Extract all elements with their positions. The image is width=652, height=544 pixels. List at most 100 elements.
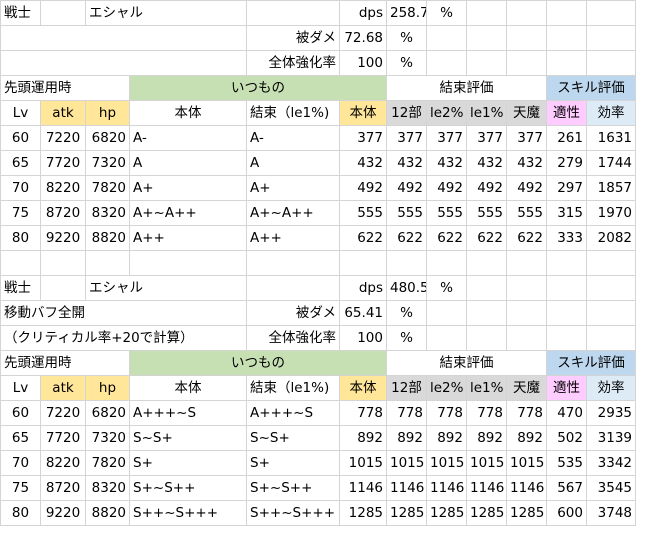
column-header[interactable]: hp bbox=[85, 100, 130, 126]
data-cell[interactable]: 3139 bbox=[586, 425, 636, 451]
data-cell[interactable]: 2082 bbox=[586, 225, 636, 251]
boost-value[interactable]: 100 bbox=[339, 325, 387, 351]
data-cell[interactable]: 492 bbox=[466, 175, 507, 201]
note2-cell[interactable] bbox=[0, 50, 247, 76]
usual-header[interactable]: いつもの bbox=[129, 75, 387, 101]
empty-cell[interactable] bbox=[40, 275, 86, 301]
data-cell[interactable]: 6820 bbox=[85, 400, 130, 426]
note1-cell[interactable]: 移動バフ全開 bbox=[0, 300, 247, 326]
empty-cell[interactable] bbox=[40, 250, 86, 276]
data-cell[interactable]: 1146 bbox=[506, 475, 547, 501]
data-cell[interactable]: 8220 bbox=[40, 450, 86, 476]
class-cell[interactable]: 戦士 bbox=[0, 275, 41, 301]
column-header[interactable]: 12部 bbox=[386, 375, 427, 401]
data-cell[interactable]: 555 bbox=[339, 200, 387, 226]
data-cell[interactable]: 432 bbox=[386, 150, 427, 176]
data-cell[interactable]: S++~S+++ bbox=[246, 500, 340, 526]
empty-cell[interactable] bbox=[546, 275, 587, 301]
data-cell[interactable]: 432 bbox=[426, 150, 467, 176]
data-cell[interactable]: 377 bbox=[386, 125, 427, 151]
empty-cell[interactable] bbox=[466, 50, 507, 76]
empty-cell[interactable] bbox=[546, 250, 587, 276]
data-cell[interactable]: 555 bbox=[426, 200, 467, 226]
data-cell[interactable]: S+~S++ bbox=[129, 475, 247, 501]
data-cell[interactable]: 535 bbox=[546, 450, 587, 476]
data-cell[interactable]: 432 bbox=[506, 150, 547, 176]
data-cell[interactable]: 622 bbox=[426, 225, 467, 251]
data-cell[interactable]: 3545 bbox=[586, 475, 636, 501]
empty-cell[interactable] bbox=[506, 50, 547, 76]
data-cell[interactable]: A++ bbox=[246, 225, 340, 251]
data-cell[interactable]: 70 bbox=[0, 450, 41, 476]
data-cell[interactable]: 3342 bbox=[586, 450, 636, 476]
data-cell[interactable]: 377 bbox=[466, 125, 507, 151]
empty-cell[interactable] bbox=[506, 0, 547, 26]
column-header[interactable]: 結束（le1%) bbox=[246, 100, 340, 126]
empty-cell[interactable] bbox=[466, 300, 507, 326]
data-cell[interactable]: 778 bbox=[426, 400, 467, 426]
empty-cell[interactable] bbox=[85, 250, 130, 276]
data-cell[interactable]: 8720 bbox=[40, 475, 86, 501]
column-header[interactable]: 適性 bbox=[546, 375, 587, 401]
empty-cell[interactable] bbox=[546, 325, 587, 351]
column-header[interactable]: 本体 bbox=[129, 375, 247, 401]
dps-unit[interactable]: % bbox=[426, 0, 467, 26]
data-cell[interactable]: 892 bbox=[426, 425, 467, 451]
data-cell[interactable]: 377 bbox=[426, 125, 467, 151]
data-cell[interactable]: 65 bbox=[0, 150, 41, 176]
data-cell[interactable]: 60 bbox=[0, 125, 41, 151]
data-cell[interactable]: 892 bbox=[506, 425, 547, 451]
data-cell[interactable]: 778 bbox=[386, 400, 427, 426]
data-cell[interactable]: 7720 bbox=[40, 425, 86, 451]
data-cell[interactable]: 9220 bbox=[40, 500, 86, 526]
column-header[interactable]: le2% bbox=[426, 100, 467, 126]
data-cell[interactable]: 1015 bbox=[339, 450, 387, 476]
data-cell[interactable]: 1285 bbox=[426, 500, 467, 526]
dps-unit[interactable]: % bbox=[426, 275, 467, 301]
data-cell[interactable]: A bbox=[129, 150, 247, 176]
empty-cell[interactable] bbox=[586, 50, 636, 76]
data-cell[interactable]: 1857 bbox=[586, 175, 636, 201]
data-cell[interactable]: A+ bbox=[129, 175, 247, 201]
data-cell[interactable]: S~S+ bbox=[246, 425, 340, 451]
data-cell[interactable]: 65 bbox=[0, 425, 41, 451]
data-cell[interactable]: 7820 bbox=[85, 450, 130, 476]
empty-cell[interactable] bbox=[546, 50, 587, 76]
empty-cell[interactable] bbox=[426, 50, 467, 76]
empty-cell[interactable] bbox=[40, 0, 86, 26]
empty-cell[interactable] bbox=[339, 250, 387, 276]
dmg-unit[interactable]: % bbox=[386, 300, 427, 326]
data-cell[interactable]: S+ bbox=[129, 450, 247, 476]
data-cell[interactable]: 377 bbox=[339, 125, 387, 151]
column-header[interactable]: 天魔 bbox=[506, 375, 547, 401]
data-cell[interactable]: 778 bbox=[339, 400, 387, 426]
empty-cell[interactable] bbox=[506, 250, 547, 276]
empty-cell[interactable] bbox=[506, 300, 547, 326]
dps-value[interactable]: 480.5 bbox=[386, 275, 427, 301]
data-cell[interactable]: 622 bbox=[386, 225, 427, 251]
data-cell[interactable]: 778 bbox=[466, 400, 507, 426]
note1-cell[interactable] bbox=[0, 25, 247, 51]
data-cell[interactable]: 492 bbox=[386, 175, 427, 201]
empty-cell[interactable] bbox=[466, 250, 507, 276]
data-cell[interactable]: 1285 bbox=[466, 500, 507, 526]
dmg-value[interactable]: 65.41 bbox=[339, 300, 387, 326]
empty-cell[interactable] bbox=[0, 250, 41, 276]
empty-cell[interactable] bbox=[466, 0, 507, 26]
data-cell[interactable]: 892 bbox=[466, 425, 507, 451]
empty-cell[interactable] bbox=[586, 0, 636, 26]
data-cell[interactable]: 492 bbox=[426, 175, 467, 201]
data-cell[interactable]: 432 bbox=[339, 150, 387, 176]
empty-cell[interactable] bbox=[246, 250, 340, 276]
data-cell[interactable]: 1015 bbox=[386, 450, 427, 476]
name-cell[interactable]: エシャル bbox=[85, 275, 247, 301]
boost-label[interactable]: 全体強化率 bbox=[246, 325, 340, 351]
data-cell[interactable]: 8220 bbox=[40, 175, 86, 201]
data-cell[interactable]: 492 bbox=[339, 175, 387, 201]
skill-header[interactable]: スキル評価 bbox=[546, 75, 636, 101]
empty-cell[interactable] bbox=[466, 275, 507, 301]
skill-header[interactable]: スキル評価 bbox=[546, 350, 636, 376]
data-cell[interactable]: 1015 bbox=[466, 450, 507, 476]
note2-cell[interactable]: （クリティカル率+20で計算） bbox=[0, 325, 247, 351]
data-cell[interactable]: 1146 bbox=[386, 475, 427, 501]
